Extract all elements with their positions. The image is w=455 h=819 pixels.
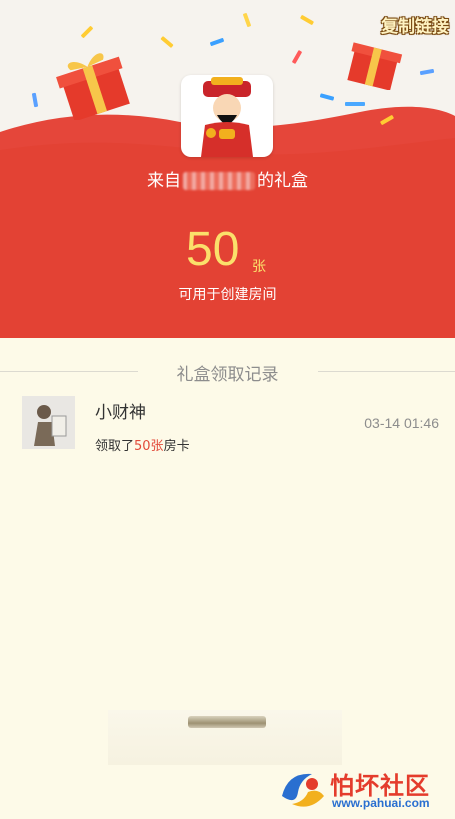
records-section-title: 礼盒领取记录 (0, 360, 455, 385)
receive-time: 03-14 01:46 (364, 415, 439, 431)
copy-link-button[interactable]: 复制链接 (381, 12, 449, 37)
divider-right (318, 371, 455, 372)
gift-box-left-icon (56, 53, 130, 120)
gift-header: 复制链接 来自 的礼盒 50 张 可用于创建房间 (0, 0, 455, 338)
gift-box-right-icon (347, 42, 403, 90)
records-title-text: 礼盒领取记录 (176, 365, 279, 385)
divider-left (0, 371, 138, 372)
receive-description: 领取了50张房卡 (95, 435, 190, 454)
receiver-figure-icon (22, 396, 75, 449)
receiver-name: 小财神 (95, 403, 146, 423)
from-suffix: 的礼盒 (257, 171, 308, 191)
gift-amount-unit: 张 (252, 259, 266, 275)
god-of-wealth-icon (201, 77, 253, 157)
watermark-logo-icon (282, 773, 324, 807)
receiver-avatar (22, 396, 75, 449)
gift-usage-text: 可用于创建房间 (178, 287, 277, 303)
confetti-piece (345, 102, 365, 106)
desc-suffix: 房卡 (163, 439, 190, 454)
desc-prefix: 领取了 (95, 439, 135, 454)
from-prefix: 来自 (147, 171, 181, 191)
desc-amount: 50张 (134, 439, 164, 454)
site-watermark: 怕坏社区 www.pahuai.com (278, 766, 450, 814)
gift-amount: 50 (186, 223, 240, 276)
gift-from-line: 来自 的礼盒 (0, 166, 455, 191)
bottom-handle-bar (188, 716, 266, 728)
sender-avatar (181, 75, 273, 157)
sender-name-blurred (183, 172, 255, 190)
watermark-url: www.pahuai.com (332, 796, 430, 810)
record-list-item[interactable]: 小财神 领取了50张房卡 03-14 01:46 (0, 390, 455, 460)
